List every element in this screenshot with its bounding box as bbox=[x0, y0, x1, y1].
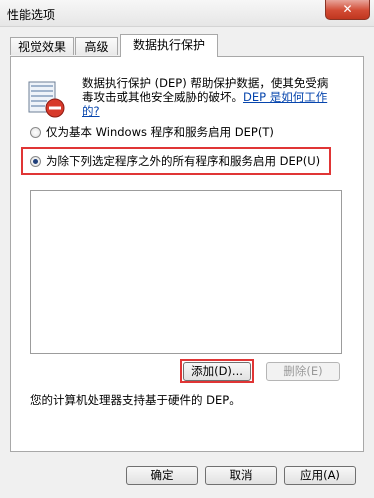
tab-visual-effects[interactable]: 视觉效果 bbox=[10, 37, 74, 55]
dep-description: 数据执行保护 (DEP) 帮助保护数据，使其免受病 毒攻击或其他安全威胁的破坏。… bbox=[82, 76, 362, 118]
tab-advanced[interactable]: 高级 bbox=[75, 37, 118, 55]
apply-button-label: 应用(A) bbox=[300, 468, 340, 482]
close-icon: ✕ bbox=[342, 2, 353, 16]
add-button-label: 添加(D)... bbox=[191, 364, 243, 378]
ok-button-label: 确定 bbox=[150, 468, 174, 482]
radio-button[interactable] bbox=[30, 127, 41, 138]
ok-button[interactable]: 确定 bbox=[126, 466, 198, 485]
remove-button: 删除(E) bbox=[266, 362, 340, 381]
remove-button-label: 删除(E) bbox=[283, 364, 323, 378]
radio-button[interactable] bbox=[30, 156, 41, 167]
description-line: 毒攻击或其他安全威胁的破坏。 bbox=[82, 90, 243, 104]
window-title: 性能选项 bbox=[7, 8, 56, 22]
radio-label: 为除下列选定程序之外的所有程序和服务启用 DEP(U) bbox=[46, 154, 321, 168]
add-button[interactable]: 添加(D)... bbox=[183, 362, 251, 381]
description-line: 数据执行保护 (DEP) 帮助保护数据，使其免受病 bbox=[82, 76, 329, 90]
dep-help-link-cont[interactable]: 的? bbox=[82, 104, 100, 118]
tab-label: 视觉效果 bbox=[17, 40, 66, 54]
cancel-button[interactable]: 取消 bbox=[205, 466, 277, 485]
apply-button[interactable]: 应用(A) bbox=[284, 466, 356, 485]
cancel-button-label: 取消 bbox=[229, 468, 253, 482]
radio-label: 仅为基本 Windows 程序和服务启用 DEP(T) bbox=[46, 125, 274, 139]
tab-label: 数据执行保护 bbox=[132, 38, 205, 52]
dep-shield-icon bbox=[27, 80, 67, 120]
dep-help-link[interactable]: DEP 是如何工作 bbox=[243, 90, 327, 104]
title-bar: 性能选项 ✕ bbox=[0, 0, 374, 27]
exception-list[interactable] bbox=[30, 190, 342, 354]
hardware-dep-status: 您的计算机处理器支持基于硬件的 DEP。 bbox=[30, 393, 241, 407]
close-button[interactable]: ✕ bbox=[325, 0, 370, 20]
tab-label: 高级 bbox=[84, 40, 109, 54]
tab-dep[interactable]: 数据执行保护 bbox=[120, 34, 218, 57]
radio-all-except[interactable]: 为除下列选定程序之外的所有程序和服务启用 DEP(U) bbox=[30, 154, 320, 168]
radio-essential-only[interactable]: 仅为基本 Windows 程序和服务启用 DEP(T) bbox=[30, 125, 274, 139]
